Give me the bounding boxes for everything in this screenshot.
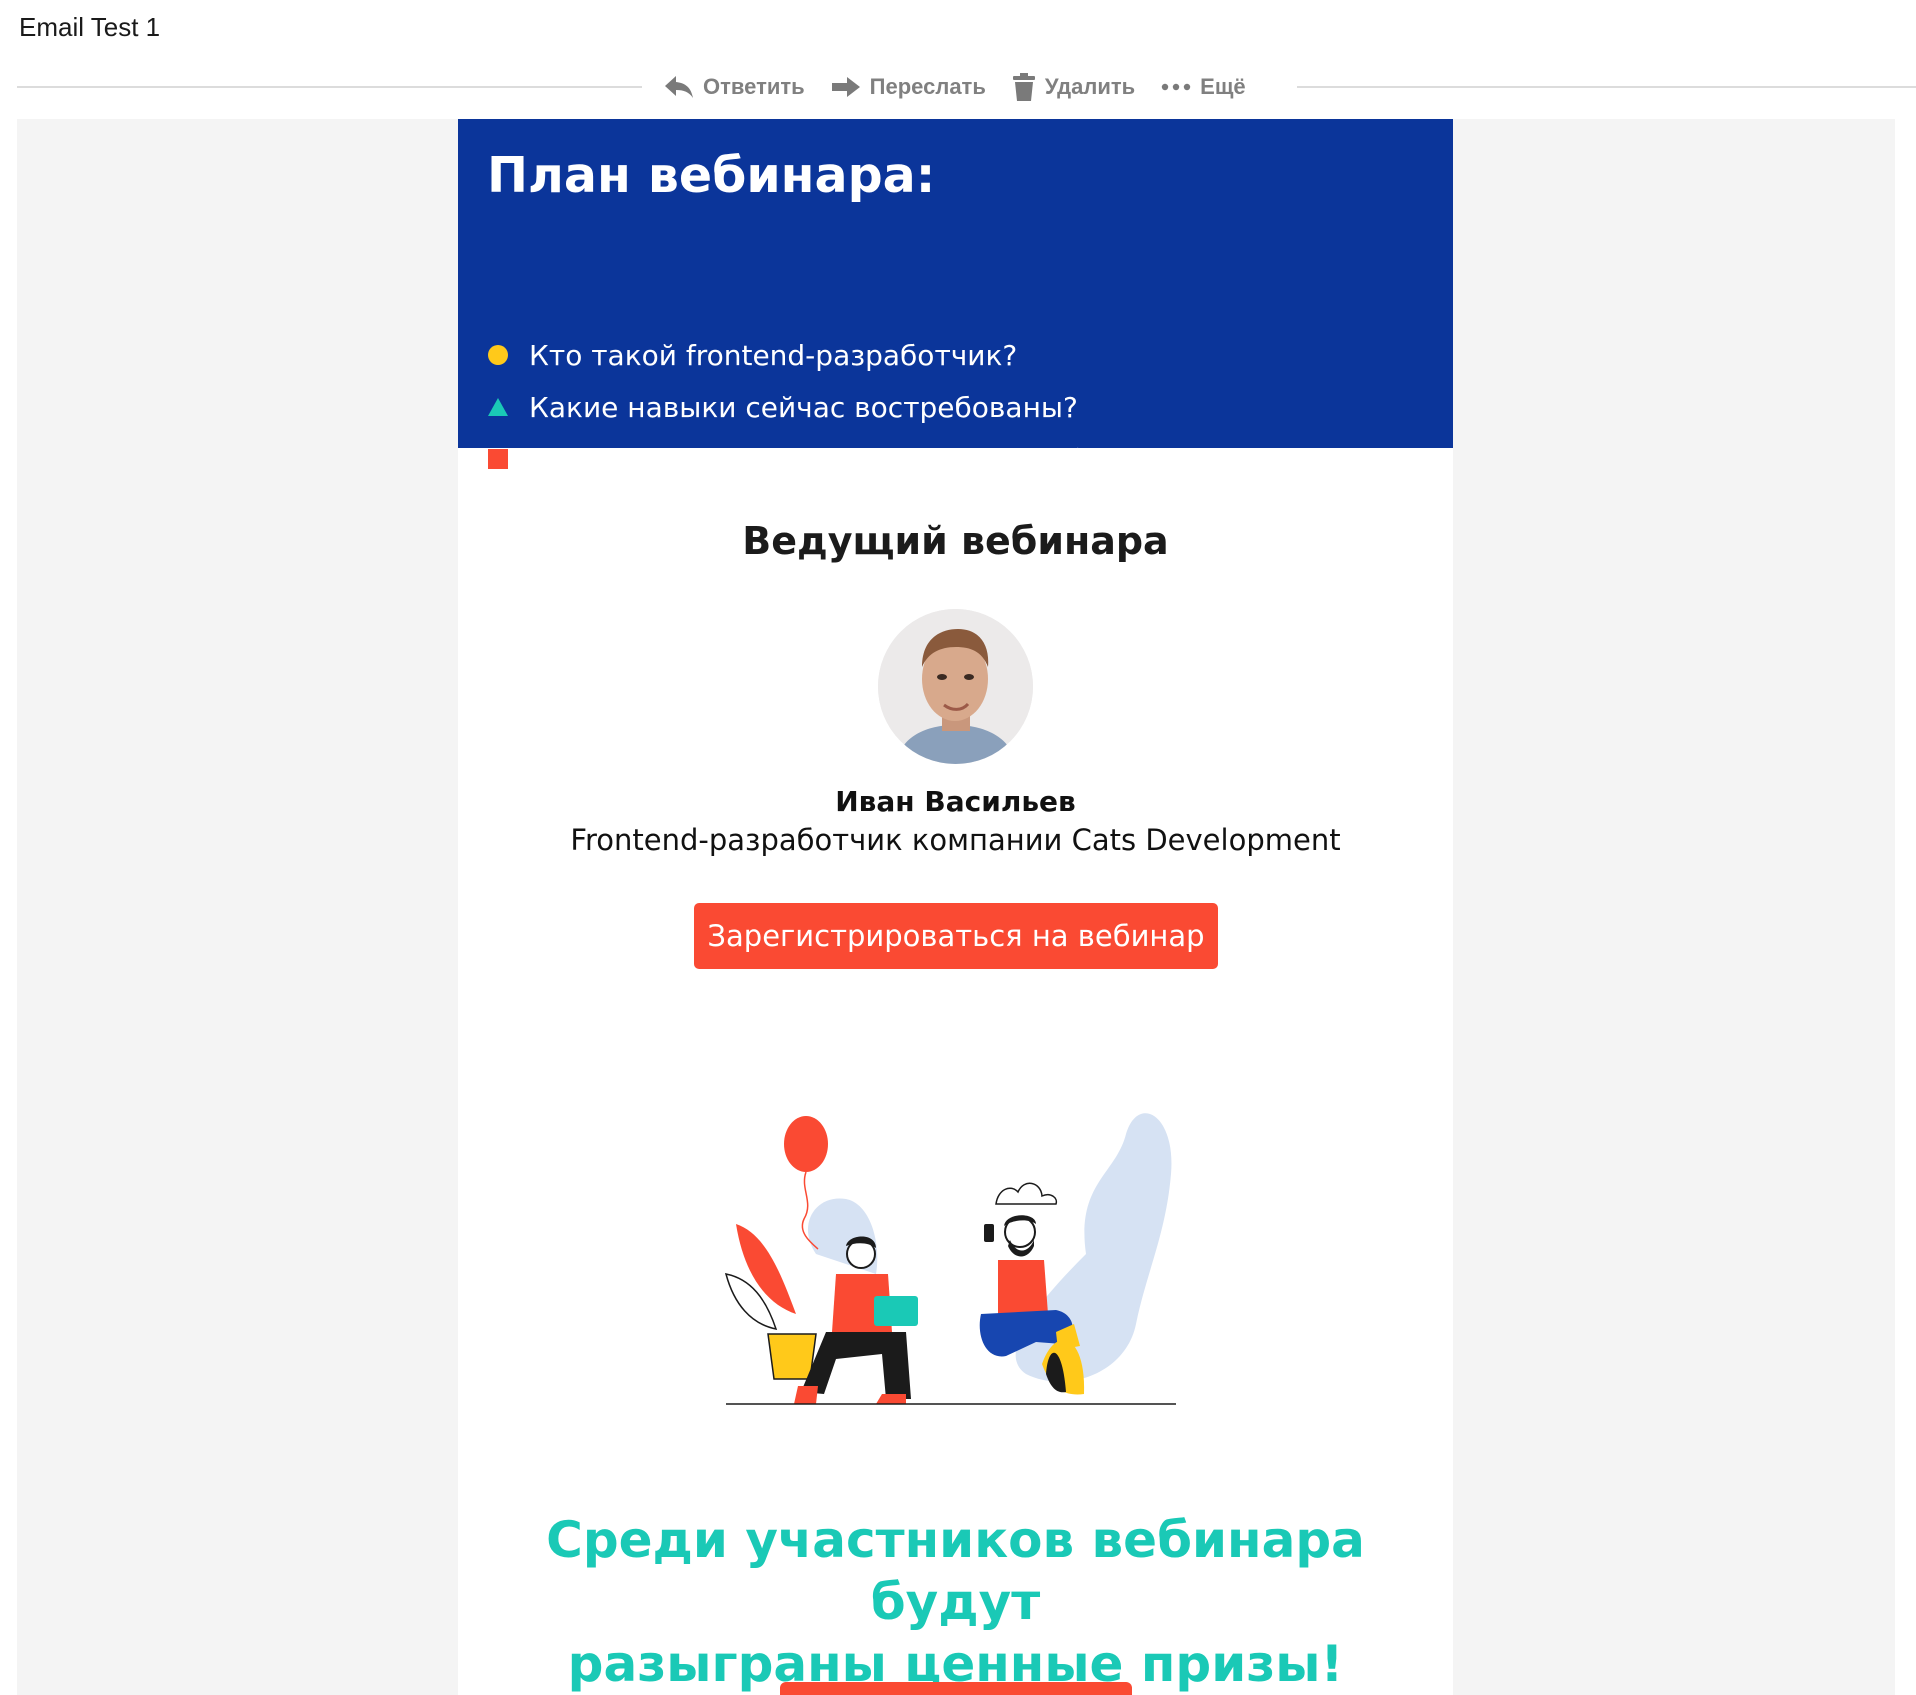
trash-icon	[1012, 73, 1036, 101]
plan-item-text: Какие навыки сейчас востребованы?	[529, 390, 1078, 424]
teal-triangle-icon	[487, 396, 509, 418]
webinar-plan-block: План вебинара: Кто такой frontend-разраб…	[458, 119, 1453, 476]
reply-button[interactable]: Ответить	[664, 74, 805, 100]
plan-item: Какие навыки сейчас востребованы?	[487, 387, 1078, 427]
toolbar-divider-left	[17, 86, 642, 88]
plan-item-text: Как устроиться в компанию после обучения…	[529, 442, 1200, 476]
plan-title: План вебинара:	[487, 147, 936, 204]
plan-item: Кто такой frontend-разработчик?	[487, 335, 1017, 375]
prizes-heading: Среди участников вебинара будут разыгран…	[458, 1509, 1453, 1695]
toolbar-divider-right	[1297, 86, 1916, 88]
delete-button[interactable]: Удалить	[1012, 73, 1135, 101]
host-avatar	[878, 609, 1033, 764]
webinar-illustration	[706, 1074, 1196, 1434]
reply-label: Ответить	[703, 74, 805, 99]
more-label: Ещё	[1200, 74, 1246, 99]
plan-item-text: Кто такой frontend-разработчик?	[529, 338, 1018, 372]
yellow-circle-icon	[487, 344, 509, 366]
forward-arrow-icon	[831, 75, 861, 99]
prizes-line-1: Среди участников вебинара будут	[546, 1511, 1365, 1631]
email-subject: Email Test 1	[19, 12, 161, 42]
reply-icon	[664, 74, 694, 100]
host-role: Frontend-разработчик компании Cats Devel…	[570, 823, 1341, 857]
more-dots-icon	[1161, 82, 1191, 92]
second-cta-button[interactable]	[780, 1682, 1132, 1695]
host-section-title: Ведущий вебинара	[742, 519, 1169, 563]
delete-label: Удалить	[1044, 74, 1136, 99]
red-square-icon	[487, 448, 509, 470]
email-toolbar: Ответить Переслать Удалить Ещё	[664, 66, 1246, 108]
host-name: Иван Васильев	[835, 785, 1076, 818]
email-body: План вебинара: Кто такой frontend-разраб…	[458, 119, 1453, 1695]
plan-item: Как устроиться в компанию после обучения…	[487, 439, 1200, 479]
forward-label: Переслать	[869, 74, 986, 99]
forward-button[interactable]: Переслать	[831, 74, 986, 100]
more-button[interactable]: Ещё	[1161, 74, 1246, 100]
register-button[interactable]: Зарегистрироваться на вебинар	[694, 903, 1218, 969]
